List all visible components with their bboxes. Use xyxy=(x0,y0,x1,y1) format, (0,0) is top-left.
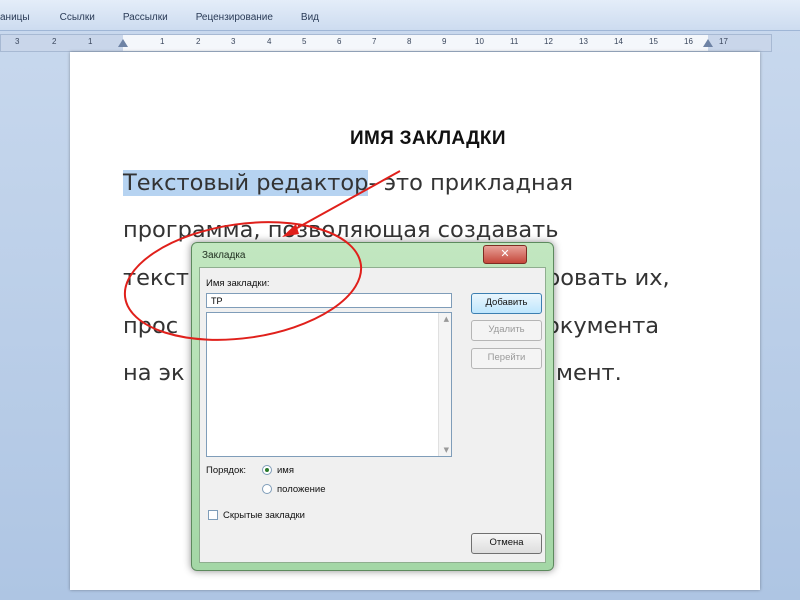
order-by-name-radio[interactable] xyxy=(262,465,272,475)
scroll-up-icon[interactable]: ▲ xyxy=(444,315,449,323)
line-text: на эк xyxy=(123,360,185,386)
ribbon-tab-page-layout[interactable]: аницы xyxy=(0,10,30,26)
delete-button[interactable]: Удалить xyxy=(471,320,542,341)
document-line: на эк xyxy=(123,360,185,386)
document-line: текст xyxy=(123,265,189,291)
ruler-number: 5 xyxy=(302,37,307,46)
ruler-number: 14 xyxy=(614,37,623,46)
ruler-number: 16 xyxy=(684,37,693,46)
hidden-bookmarks-label: Скрытые закладки xyxy=(223,510,305,521)
ribbon-tab-references[interactable]: Ссылки xyxy=(60,10,95,26)
ruler-number: 10 xyxy=(475,37,484,46)
list-scrollbar[interactable]: ▲ ▼ xyxy=(438,313,451,456)
ruler-number: 13 xyxy=(579,37,588,46)
ruler-number: 6 xyxy=(337,37,342,46)
line-text: мент. xyxy=(556,360,622,386)
line-text: текст xyxy=(123,265,190,291)
ruler-number: 8 xyxy=(407,37,412,46)
close-button[interactable]: ✕ xyxy=(483,245,527,264)
first-line-indent-marker[interactable] xyxy=(118,39,128,47)
document-line: Текстовый редактор- это прикладная xyxy=(123,170,573,196)
add-button[interactable]: Добавить xyxy=(471,293,542,314)
line-text: прос xyxy=(123,313,179,339)
ruler-number: 11 xyxy=(510,37,519,46)
ruler-number: 4 xyxy=(267,37,272,46)
selected-text[interactable]: Текстовый редактор xyxy=(123,170,369,196)
ribbon-tab-mailings[interactable]: Рассылки xyxy=(123,10,168,26)
ruler-number: 3 xyxy=(231,37,236,46)
goto-button[interactable]: Перейти xyxy=(471,348,542,369)
ruler-number: 12 xyxy=(544,37,553,46)
horizontal-ruler[interactable]: 3 2 1 1 2 3 4 5 6 7 8 9 10 11 12 13 14 1… xyxy=(0,34,772,52)
line-text: ровать их, xyxy=(546,265,670,291)
ruler-right-margin xyxy=(708,35,771,51)
ruler-number: 1 xyxy=(88,37,93,46)
dialog-body: Имя закладки: ТР ▲ ▼ Добавить Удалить Пе… xyxy=(199,267,546,563)
bookmark-name-label: Имя закладки: xyxy=(206,278,270,289)
document-line-right: окумента xyxy=(546,313,659,339)
ribbon-tab-view[interactable]: Вид xyxy=(301,10,319,26)
document-line-right: мент. xyxy=(556,360,622,386)
document-line: прос xyxy=(123,313,178,339)
document-line: программа, позволяющая создавать xyxy=(123,217,559,243)
line-text: окумента xyxy=(546,313,660,339)
ribbon-tabs: аницы Ссылки Рассылки Рецензирование Вид xyxy=(0,10,319,26)
ruler-number: 2 xyxy=(196,37,201,46)
order-label: Порядок: xyxy=(206,465,247,476)
order-by-position-radio[interactable] xyxy=(262,484,272,494)
ribbon-tab-review[interactable]: Рецензирование xyxy=(196,10,273,26)
cancel-button[interactable]: Отмена xyxy=(471,533,542,554)
ribbon-tab-strip: аницы Ссылки Рассылки Рецензирование Вид xyxy=(0,0,800,31)
document-line-right: ровать их, xyxy=(546,265,670,291)
ruler-number: 1 xyxy=(160,37,165,46)
line-text: - это прикладная xyxy=(368,170,574,196)
page-title: ИМЯ ЗАКЛАДКИ xyxy=(350,128,506,149)
right-indent-marker[interactable] xyxy=(703,39,713,47)
line-text: программа, позволяющая создавать xyxy=(123,217,559,243)
scroll-down-icon[interactable]: ▼ xyxy=(444,446,449,454)
ruler-number: 15 xyxy=(649,37,658,46)
hidden-bookmarks-checkbox[interactable] xyxy=(208,510,218,520)
order-by-name-label: имя xyxy=(277,465,294,476)
dialog-title: Закладка xyxy=(202,250,246,261)
bookmark-dialog[interactable]: Закладка ✕ Имя закладки: ТР ▲ ▼ Добавить… xyxy=(191,242,554,571)
ruler-number: 9 xyxy=(442,37,447,46)
bookmark-name-input[interactable]: ТР xyxy=(206,293,452,308)
bookmark-list[interactable]: ▲ ▼ xyxy=(206,312,452,457)
ruler-number: 3 xyxy=(15,37,20,46)
ruler-number: 17 xyxy=(719,37,728,46)
ruler-number: 7 xyxy=(372,37,377,46)
ruler-number: 2 xyxy=(52,37,57,46)
order-by-position-label: положение xyxy=(277,484,326,495)
